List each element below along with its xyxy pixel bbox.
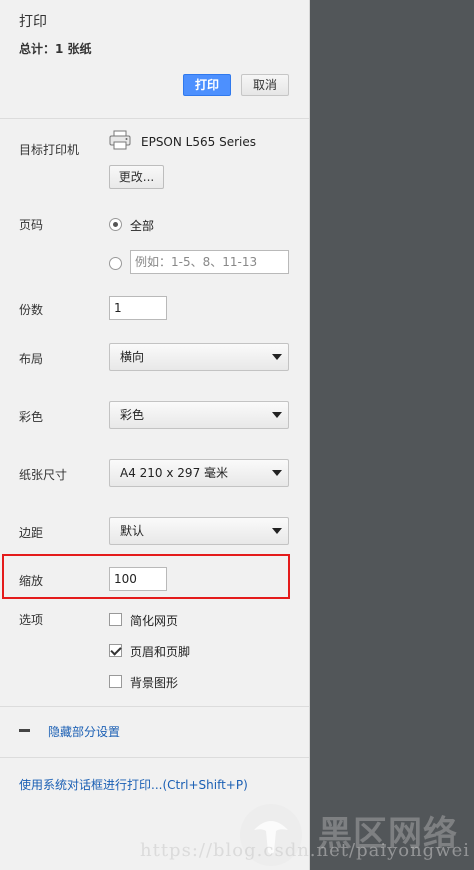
collapse-icon[interactable] <box>19 729 30 732</box>
options-divider <box>0 706 310 707</box>
dialog-title: 打印 <box>19 14 47 30</box>
print-preview-area <box>310 0 474 870</box>
paper-size-select[interactable]: A4 210 x 297 毫米 <box>109 459 289 487</box>
simplify-page-label: 简化网页 <box>130 614 179 628</box>
header-divider <box>0 118 310 119</box>
sheet-total: 总计：1 张纸 <box>19 42 92 56</box>
paper-size-select-value: A4 210 x 297 毫米 <box>120 466 229 480</box>
simplify-page-checkbox[interactable] <box>109 613 122 626</box>
layout-select[interactable]: 横向 <box>109 343 289 371</box>
pages-all-radio[interactable] <box>109 218 122 231</box>
margins-select[interactable]: 默认 <box>109 517 289 545</box>
pages-custom-radio[interactable] <box>109 257 122 270</box>
pages-all-label: 全部 <box>130 219 155 233</box>
margins-select-value: 默认 <box>120 524 145 538</box>
printer-name: EPSON L565 Series <box>141 135 256 149</box>
background-graphics-label: 背景图形 <box>130 676 179 690</box>
cancel-button[interactable]: 取消 <box>241 74 289 96</box>
color-select-value: 彩色 <box>120 408 145 422</box>
chevron-down-icon <box>272 528 282 534</box>
highlight-box <box>2 554 290 599</box>
change-printer-button[interactable]: 更改... <box>109 165 164 189</box>
background-graphics-checkbox[interactable] <box>109 675 122 688</box>
print-button[interactable]: 打印 <box>183 74 231 96</box>
paper-size-label: 纸张尺寸 <box>19 468 68 482</box>
copies-input[interactable]: 1 <box>109 296 167 320</box>
chevron-down-icon <box>272 354 282 360</box>
system-dialog-link[interactable]: 使用系统对话框进行打印...(Ctrl+Shift+P) <box>19 776 248 793</box>
layout-select-value: 横向 <box>120 350 145 364</box>
color-select[interactable]: 彩色 <box>109 401 289 429</box>
watermark-url: https://blog.csdn.net/paiyongwei <box>140 840 471 861</box>
chevron-down-icon <box>272 412 282 418</box>
print-settings-panel: 打印 总计：1 张纸 打印 取消 目标打印机 EPSON L565 Series… <box>0 0 310 870</box>
printer-icon <box>109 130 131 150</box>
options-label: 选项 <box>19 613 44 627</box>
color-label: 彩色 <box>19 410 44 424</box>
pages-custom-input[interactable]: 例如：1-5、8、11-13 <box>130 250 289 274</box>
headers-footers-checkbox[interactable] <box>109 644 122 657</box>
destination-label: 目标打印机 <box>19 143 80 157</box>
chevron-down-icon <box>272 470 282 476</box>
hide-settings-link[interactable]: 隐藏部分设置 <box>48 723 120 740</box>
footer-divider <box>0 757 310 758</box>
copies-label: 份数 <box>19 303 44 317</box>
headers-footers-label: 页眉和页脚 <box>130 645 191 659</box>
pages-label: 页码 <box>19 218 44 232</box>
margins-label: 边距 <box>19 526 44 540</box>
layout-label: 布局 <box>19 352 44 366</box>
